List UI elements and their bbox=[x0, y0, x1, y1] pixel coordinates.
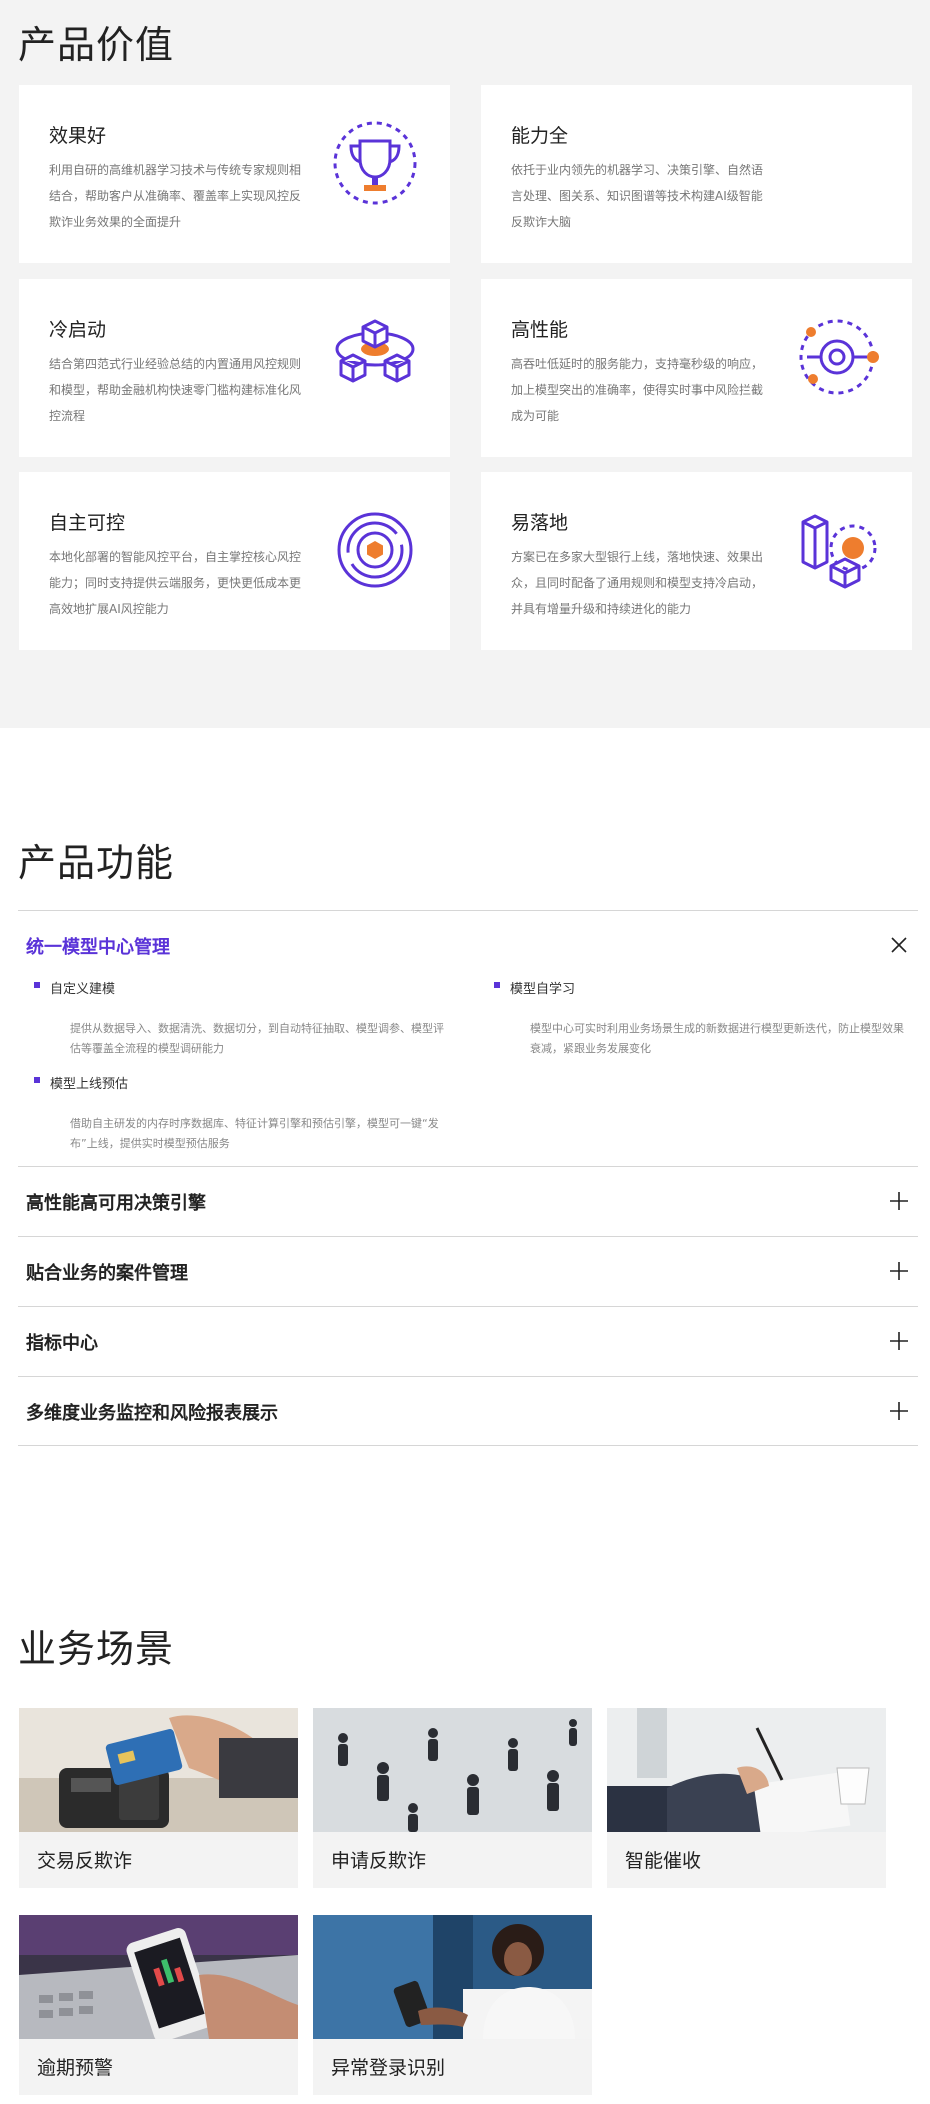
accordion-header[interactable]: 多维度业务监控和风险报表展示 bbox=[18, 1377, 918, 1445]
target-icon bbox=[331, 506, 419, 594]
feature-sub-name: 自定义建模 bbox=[34, 978, 454, 997]
feature-sub-custom-modeling: 自定义建模 提供从数据导入、数据清洗、数据切分，到自动特征抽取、模型调参、模型评… bbox=[34, 978, 454, 1059]
value-card-capability: 能力全 依托于业内领先的机器学习、决策引擎、自然语言处理、图关系、知识图谱等技术… bbox=[481, 85, 912, 263]
scene-card-transaction-fraud[interactable]: 交易反欺诈 bbox=[19, 1708, 298, 1888]
section-title-product-value: 产品价值 bbox=[18, 23, 175, 67]
scene-card-abnormal-login[interactable]: 异常登录识别 bbox=[313, 1915, 592, 2095]
accordion-item-monitoring-reports: 多维度业务监控和风险报表展示 bbox=[18, 1376, 918, 1446]
scene-image-crowd bbox=[313, 1708, 592, 1832]
feature-sub-desc: 模型中心可实时利用业务场景生成的新数据进行模型更新迭代，防止模型效果衰减，紧跟业… bbox=[530, 1022, 904, 1055]
value-card-desc: 结合第四范式行业经验总结的内置通用风控规则和模型，帮助金融机构快速零门槛构建标准… bbox=[49, 357, 302, 423]
value-card-title: 冷启动 bbox=[49, 319, 107, 341]
accordion-title: 统一模型中心管理 bbox=[26, 937, 170, 958]
scene-label: 智能催收 bbox=[625, 1850, 702, 1872]
value-card-title: 易落地 bbox=[511, 512, 569, 534]
accordion-title: 指标中心 bbox=[26, 1333, 98, 1354]
scene-card-overdue-warning[interactable]: 逾期预警 bbox=[19, 1915, 298, 2095]
value-card-title: 高性能 bbox=[511, 319, 569, 341]
feature-sub-desc: 提供从数据导入、数据清洗、数据切分，到自动特征抽取、模型调参、模型评估等覆盖全流… bbox=[70, 1022, 444, 1055]
plus-icon[interactable] bbox=[884, 1326, 914, 1356]
accordion-item-decision-engine: 高性能高可用决策引擎 bbox=[18, 1166, 918, 1236]
accordion-title: 贴合业务的案件管理 bbox=[26, 1263, 188, 1284]
business-scenarios-section: 业务场景 交易反欺诈 申请反欺诈 智能催收 逾期预警 异常登录识别 bbox=[0, 1468, 930, 2104]
scene-label: 申请反欺诈 bbox=[331, 1850, 427, 1872]
plus-icon[interactable] bbox=[884, 1396, 914, 1426]
close-icon[interactable] bbox=[884, 930, 914, 960]
value-card-cold-start: 冷启动 结合第四范式行业经验总结的内置通用风控规则和模型，帮助金融机构快速零门槛… bbox=[19, 279, 450, 457]
scene-image-mobile-user bbox=[313, 1915, 592, 2039]
accordion-title: 多维度业务监控和风险报表展示 bbox=[26, 1403, 278, 1424]
plus-icon[interactable] bbox=[884, 1186, 914, 1216]
value-card-desc: 本地化部署的智能风控平台，自主掌控核心风控能力；同时支持提供云端服务，更快更低成… bbox=[49, 550, 302, 616]
feature-sub-desc: 借助自主研发的内存时序数据库、特征计算引擎和预估引擎，模型可一键“发布”上线，提… bbox=[70, 1117, 439, 1150]
blocks-icon bbox=[793, 506, 881, 594]
product-features-section: 产品功能 统一模型中心管理 自定义建模 提供从数据导入、数据清洗、数据切分，到自… bbox=[0, 728, 930, 1468]
feature-sub-name: 模型自学习 bbox=[494, 978, 914, 997]
accordion-title: 高性能高可用决策引擎 bbox=[26, 1193, 206, 1214]
scene-image-business-desk bbox=[607, 1708, 886, 1832]
cubes-icon bbox=[331, 313, 419, 401]
scene-card-smart-collection[interactable]: 智能催收 bbox=[607, 1708, 886, 1888]
scene-label: 异常登录识别 bbox=[331, 2057, 446, 2079]
section-title-business-scenarios: 业务场景 bbox=[18, 1627, 175, 1671]
value-card-deployment: 易落地 方案已在多家大型银行上线，落地快速、效果出众，且同时配备了通用规则和模型… bbox=[481, 472, 912, 650]
product-value-section: 产品价值 效果好 利用自研的高维机器学习技术与传统专家规则相结合，帮助客户从准确… bbox=[0, 0, 930, 728]
scene-label: 逾期预警 bbox=[37, 2057, 114, 2079]
value-card-desc: 方案已在多家大型银行上线，落地快速、效果出众，且同时配备了通用规则和模型支持冷启… bbox=[511, 550, 764, 616]
accordion-header[interactable]: 指标中心 bbox=[18, 1307, 918, 1375]
scene-card-application-fraud[interactable]: 申请反欺诈 bbox=[313, 1708, 592, 1888]
section-title-product-features: 产品功能 bbox=[18, 841, 175, 885]
accordion-item-case-management: 贴合业务的案件管理 bbox=[18, 1236, 918, 1306]
value-card-title: 自主可控 bbox=[49, 512, 126, 534]
scene-image-phone-laptop bbox=[19, 1915, 298, 2039]
plus-icon[interactable] bbox=[884, 1256, 914, 1286]
accordion-item-model-center: 统一模型中心管理 自定义建模 提供从数据导入、数据清洗、数据切分，到自动特征抽取… bbox=[18, 910, 918, 1166]
value-card-effect: 效果好 利用自研的高维机器学习技术与传统专家规则相结合，帮助客户从准确率、覆盖率… bbox=[19, 85, 450, 263]
accordion-header[interactable]: 贴合业务的案件管理 bbox=[18, 1237, 918, 1305]
value-card-performance: 高性能 高吞吐低延时的服务能力，支持毫秒级的响应，加上模型突出的准确率，使得实时… bbox=[481, 279, 912, 457]
value-card-title: 能力全 bbox=[511, 125, 569, 147]
accordion-header[interactable]: 统一模型中心管理 bbox=[18, 911, 918, 979]
value-card-title: 效果好 bbox=[49, 125, 107, 147]
value-card-desc: 依托于业内领先的机器学习、决策引擎、自然语言处理、图关系、知识图谱等技术构建AI… bbox=[511, 163, 764, 229]
feature-sub-name: 模型上线预估 bbox=[34, 1073, 454, 1092]
trophy-icon bbox=[331, 119, 419, 207]
value-card-desc: 利用自研的高维机器学习技术与传统专家规则相结合，帮助客户从准确率、覆盖率上实现风… bbox=[49, 163, 302, 229]
accordion-item-metrics-center: 指标中心 bbox=[18, 1306, 918, 1376]
value-card-desc: 高吞吐低延时的服务能力，支持毫秒级的响应，加上模型突出的准确率，使得实时事中风险… bbox=[511, 357, 764, 423]
value-card-autonomy: 自主可控 本地化部署的智能风控平台，自主掌控核心风控能力；同时支持提供云端服务，… bbox=[19, 472, 450, 650]
orbit-icon bbox=[793, 313, 881, 401]
accordion-header[interactable]: 高性能高可用决策引擎 bbox=[18, 1167, 918, 1235]
scene-label: 交易反欺诈 bbox=[37, 1850, 133, 1872]
feature-sub-online-prediction: 模型上线预估 借助自主研发的内存时序数据库、特征计算引擎和预估引擎，模型可一键“… bbox=[34, 1073, 454, 1154]
scene-image-card-payment bbox=[19, 1708, 298, 1832]
feature-sub-self-learning: 模型自学习 模型中心可实时利用业务场景生成的新数据进行模型更新迭代，防止模型效果… bbox=[494, 978, 914, 1059]
